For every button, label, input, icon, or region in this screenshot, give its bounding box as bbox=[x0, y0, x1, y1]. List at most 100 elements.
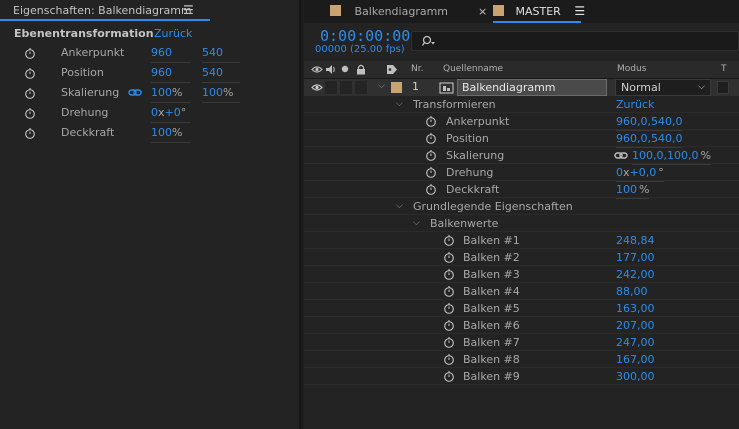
property-row[interactable]: Balken #1 248,84 bbox=[304, 232, 739, 249]
bar-value[interactable]: 177,00 bbox=[616, 249, 655, 266]
panel-menu-icon[interactable]: ☰ bbox=[574, 4, 585, 18]
stopwatch-icon[interactable] bbox=[443, 370, 455, 387]
col-nr[interactable]: Nr. bbox=[411, 64, 423, 74]
prop-label-position: Position bbox=[61, 66, 104, 79]
bar-value[interactable]: 207,00 bbox=[616, 317, 655, 334]
chevron-down-icon[interactable]: ⌵ bbox=[378, 81, 385, 91]
col-mode[interactable]: Modus bbox=[617, 64, 646, 74]
col-t[interactable]: T bbox=[721, 64, 727, 74]
bar-value[interactable]: 242,00 bbox=[616, 266, 655, 283]
bar-value[interactable]: 248,84 bbox=[616, 232, 655, 249]
tab-balkendiagramm[interactable]: Balkendiagramm bbox=[330, 0, 448, 23]
rotation-field[interactable]: 0x+0° bbox=[151, 103, 191, 123]
solo-switch[interactable] bbox=[340, 81, 352, 94]
property-row[interactable]: Balken #6 207,00 bbox=[304, 317, 739, 334]
reset-link[interactable]: Zurück bbox=[154, 24, 192, 44]
property-unit: % bbox=[639, 183, 650, 196]
property-row[interactable]: Balken #7 247,00 bbox=[304, 334, 739, 351]
solo-icon[interactable] bbox=[341, 65, 349, 73]
chevron-down-icon[interactable]: ⌵ bbox=[396, 198, 403, 215]
bar-value[interactable]: 163,00 bbox=[616, 300, 655, 317]
bar-label: Balken #3 bbox=[463, 268, 520, 281]
lock-icon[interactable] bbox=[356, 64, 366, 75]
label-color-swatch[interactable] bbox=[391, 82, 402, 93]
property-value: 960,0,540,0 bbox=[616, 115, 683, 128]
chevron-down-icon[interactable]: ⌵ bbox=[413, 215, 420, 232]
stopwatch-icon[interactable] bbox=[24, 67, 36, 79]
property-value-field[interactable]: 0x+0,0 ° bbox=[616, 164, 664, 182]
property-value-field[interactable]: 960,0,540,0 bbox=[616, 113, 683, 131]
stopwatch-icon[interactable] bbox=[24, 107, 36, 119]
property-row[interactable]: Balken #9 300,00 bbox=[304, 368, 739, 385]
composition-icon bbox=[439, 82, 454, 94]
stopwatch-icon[interactable] bbox=[24, 127, 36, 139]
stopwatch-icon[interactable] bbox=[24, 87, 36, 99]
bar-value[interactable]: 167,00 bbox=[616, 351, 655, 368]
scale-y-field[interactable]: 100% bbox=[202, 83, 240, 103]
property-value-field[interactable]: 100,0,100,0% bbox=[632, 147, 711, 165]
tab-label: MASTER bbox=[515, 5, 561, 18]
chevron-down-icon[interactable]: ⌵ bbox=[396, 96, 403, 113]
rotation-unit: ° bbox=[180, 106, 187, 119]
property-row[interactable]: Deckkraft 100% bbox=[304, 181, 739, 199]
link-icon[interactable] bbox=[614, 151, 628, 160]
eye-icon[interactable] bbox=[311, 65, 323, 74]
property-value-field[interactable]: 960,0,540,0 bbox=[616, 130, 683, 148]
position-y-value[interactable]: 540 bbox=[202, 63, 240, 83]
layer-name-field[interactable]: Balkendiagramm bbox=[457, 79, 607, 96]
layer-number: 1 bbox=[412, 80, 419, 93]
anchor-y-value[interactable]: 540 bbox=[202, 43, 240, 63]
bar-value[interactable]: 88,00 bbox=[616, 283, 648, 300]
property-value: 960,0,540,0 bbox=[616, 132, 683, 145]
blend-mode-value: Normal bbox=[621, 81, 661, 94]
reset-link[interactable]: Zurück bbox=[616, 96, 654, 113]
comp-color-swatch bbox=[493, 5, 504, 16]
scale-x-value: 100 bbox=[151, 86, 172, 99]
opacity-field[interactable]: 100% bbox=[151, 123, 191, 143]
col-source-name[interactable]: Quellenname bbox=[443, 64, 503, 74]
property-row[interactable]: Balken #2 177,00 bbox=[304, 249, 739, 266]
audio-icon[interactable] bbox=[325, 64, 337, 75]
tab-label: Balkendiagramm bbox=[354, 5, 449, 18]
track-matte-switch[interactable] bbox=[717, 81, 729, 94]
anchor-x-value[interactable]: 960 bbox=[151, 43, 191, 63]
property-row[interactable]: Drehung 0x+0,0 ° bbox=[304, 164, 739, 182]
group-label-essential: Grundlegende Eigenschaften bbox=[413, 200, 573, 213]
property-row[interactable]: Balken #8 167,00 bbox=[304, 351, 739, 368]
bar-value[interactable]: 247,00 bbox=[616, 334, 655, 351]
timecode-display[interactable]: 0:00:00:00 bbox=[320, 27, 410, 45]
properties-panel-tab[interactable]: Eigenschaften: Balkendiagramm ☰ bbox=[0, 0, 210, 21]
property-row[interactable]: Skalierung 100,0,100,0% bbox=[304, 147, 739, 165]
blend-mode-select[interactable]: Normal ⌵ bbox=[615, 79, 711, 96]
search-input[interactable] bbox=[411, 31, 739, 51]
stopwatch-icon[interactable] bbox=[24, 47, 36, 59]
property-row[interactable]: Balken #5 163,00 bbox=[304, 300, 739, 317]
lock-switch[interactable] bbox=[355, 81, 367, 94]
position-x-value[interactable]: 960 bbox=[151, 63, 191, 83]
properties-panel-title: Eigenschaften: Balkendiagramm bbox=[13, 4, 192, 17]
column-header: Nr. Quellenname Modus T bbox=[304, 61, 739, 79]
property-row[interactable]: Position 960,0,540,0 bbox=[304, 130, 739, 148]
tab-master[interactable]: MASTER ☰ bbox=[493, 0, 585, 23]
link-icon[interactable] bbox=[128, 88, 142, 97]
property-row[interactable]: ⌵ Grundlegende Eigenschaften bbox=[304, 198, 739, 215]
panel-menu-icon[interactable]: ☰ bbox=[183, 0, 194, 21]
scale-y-unit: % bbox=[223, 86, 234, 99]
rotation-degrees-value: +0 bbox=[164, 106, 181, 119]
eye-icon[interactable] bbox=[311, 83, 323, 92]
layer-row[interactable]: ⌵ 1 Balkendiagramm Normal ⌵ bbox=[304, 79, 739, 96]
property-row[interactable]: Balken #4 88,00 bbox=[304, 283, 739, 300]
label-tag-icon[interactable] bbox=[386, 64, 398, 75]
property-row[interactable]: Balken #3 242,00 bbox=[304, 266, 739, 283]
scale-x-field[interactable]: 100% bbox=[151, 83, 191, 103]
tab-close-icon[interactable]: × bbox=[478, 0, 487, 23]
audio-switch[interactable] bbox=[325, 81, 337, 94]
bar-label: Balken #8 bbox=[463, 353, 520, 366]
chevron-down-icon: ⌵ bbox=[698, 82, 705, 92]
property-value-field[interactable]: 100% bbox=[616, 181, 650, 199]
property-row[interactable]: Ankerpunkt 960,0,540,0 bbox=[304, 113, 739, 131]
bar-value[interactable]: 300,00 bbox=[616, 368, 655, 385]
property-row[interactable]: ⌵ Transformieren Zurück bbox=[304, 96, 739, 113]
property-row[interactable]: ⌵ Balkenwerte bbox=[304, 215, 739, 232]
prop-label-rotation: Drehung bbox=[61, 106, 109, 119]
